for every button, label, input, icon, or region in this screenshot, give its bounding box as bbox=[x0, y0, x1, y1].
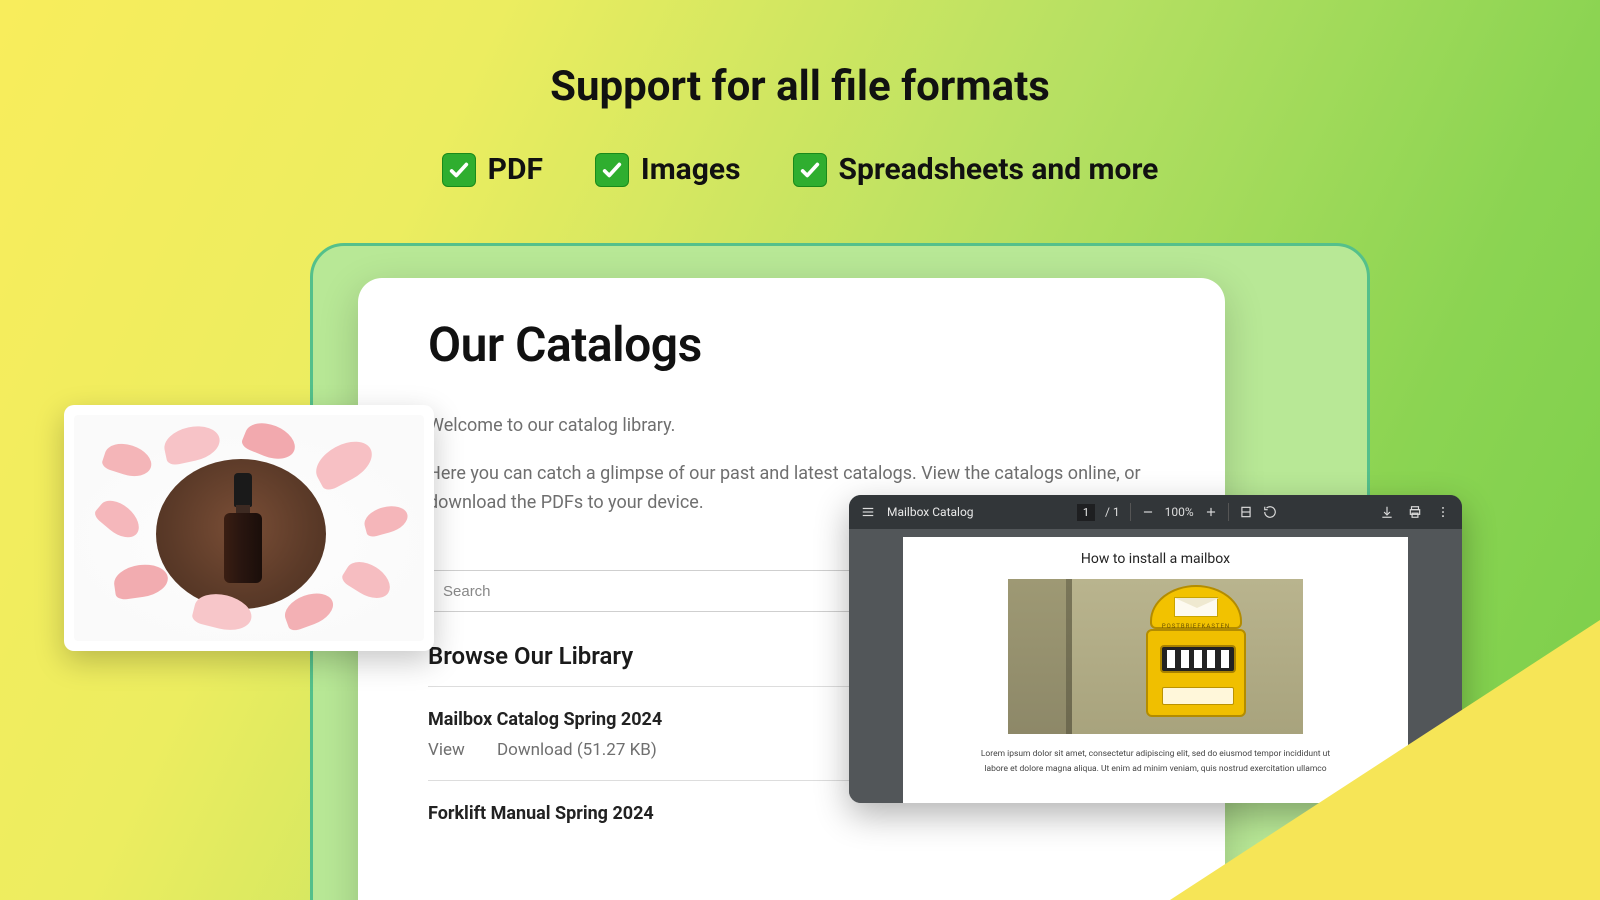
entry-title: Forklift Manual Spring 2024 bbox=[428, 803, 1155, 824]
pdf-doc-title: Mailbox Catalog bbox=[887, 505, 974, 519]
format-label: Images bbox=[641, 152, 741, 187]
pdf-viewer-body[interactable]: How to install a mailbox POSTBRIEFKASTEN… bbox=[849, 529, 1462, 803]
page-total: / 1 bbox=[1105, 505, 1120, 519]
check-icon bbox=[442, 153, 476, 187]
product-image-card bbox=[64, 405, 434, 651]
toolbar-separator bbox=[1130, 503, 1131, 521]
catalog-title: Our Catalogs bbox=[428, 316, 1155, 373]
format-item-images: Images bbox=[595, 152, 741, 187]
entry-view-link[interactable]: View bbox=[428, 740, 465, 760]
entry-download-link[interactable]: Download (51.27 KB) bbox=[497, 740, 657, 760]
zoom-in-icon[interactable] bbox=[1204, 505, 1218, 519]
zoom-out-icon[interactable] bbox=[1141, 505, 1155, 519]
toolbar-separator bbox=[1228, 503, 1229, 521]
more-icon[interactable] bbox=[1436, 505, 1450, 519]
hero-headline: Support for all file formats bbox=[0, 62, 1600, 111]
rotate-icon[interactable] bbox=[1263, 505, 1277, 519]
print-icon[interactable] bbox=[1408, 505, 1422, 519]
format-label: Spreadsheets and more bbox=[839, 152, 1159, 187]
pdf-page-heading: How to install a mailbox bbox=[1081, 551, 1230, 567]
format-row: PDF Images Spreadsheets and more bbox=[0, 152, 1600, 187]
pdf-page: How to install a mailbox POSTBRIEFKASTEN… bbox=[903, 537, 1408, 803]
check-icon bbox=[793, 153, 827, 187]
zoom-level: 100% bbox=[1165, 505, 1194, 519]
pdf-page-text-1: Lorem ipsum dolor sit amet, consectetur … bbox=[981, 748, 1330, 761]
pdf-toolbar: Mailbox Catalog 1 / 1 100% bbox=[849, 495, 1462, 529]
page-current[interactable]: 1 bbox=[1077, 504, 1095, 521]
format-label: PDF bbox=[488, 152, 543, 187]
format-item-pdf: PDF bbox=[442, 152, 543, 187]
format-item-spreadsheets: Spreadsheets and more bbox=[793, 152, 1159, 187]
download-icon[interactable] bbox=[1380, 505, 1394, 519]
fit-page-icon[interactable] bbox=[1239, 505, 1253, 519]
catalog-entry: Forklift Manual Spring 2024 bbox=[428, 803, 1155, 854]
menu-icon[interactable] bbox=[861, 505, 875, 519]
catalog-intro-1: Welcome to our catalog library. bbox=[428, 411, 1155, 441]
pdf-page-image: POSTBRIEFKASTEN bbox=[1008, 579, 1303, 734]
pdf-viewer-card: Mailbox Catalog 1 / 1 100% bbox=[849, 495, 1462, 803]
check-icon bbox=[595, 153, 629, 187]
pdf-page-text-2: labore et dolore magna aliqua. Ut enim a… bbox=[984, 763, 1326, 776]
product-image bbox=[74, 415, 424, 641]
